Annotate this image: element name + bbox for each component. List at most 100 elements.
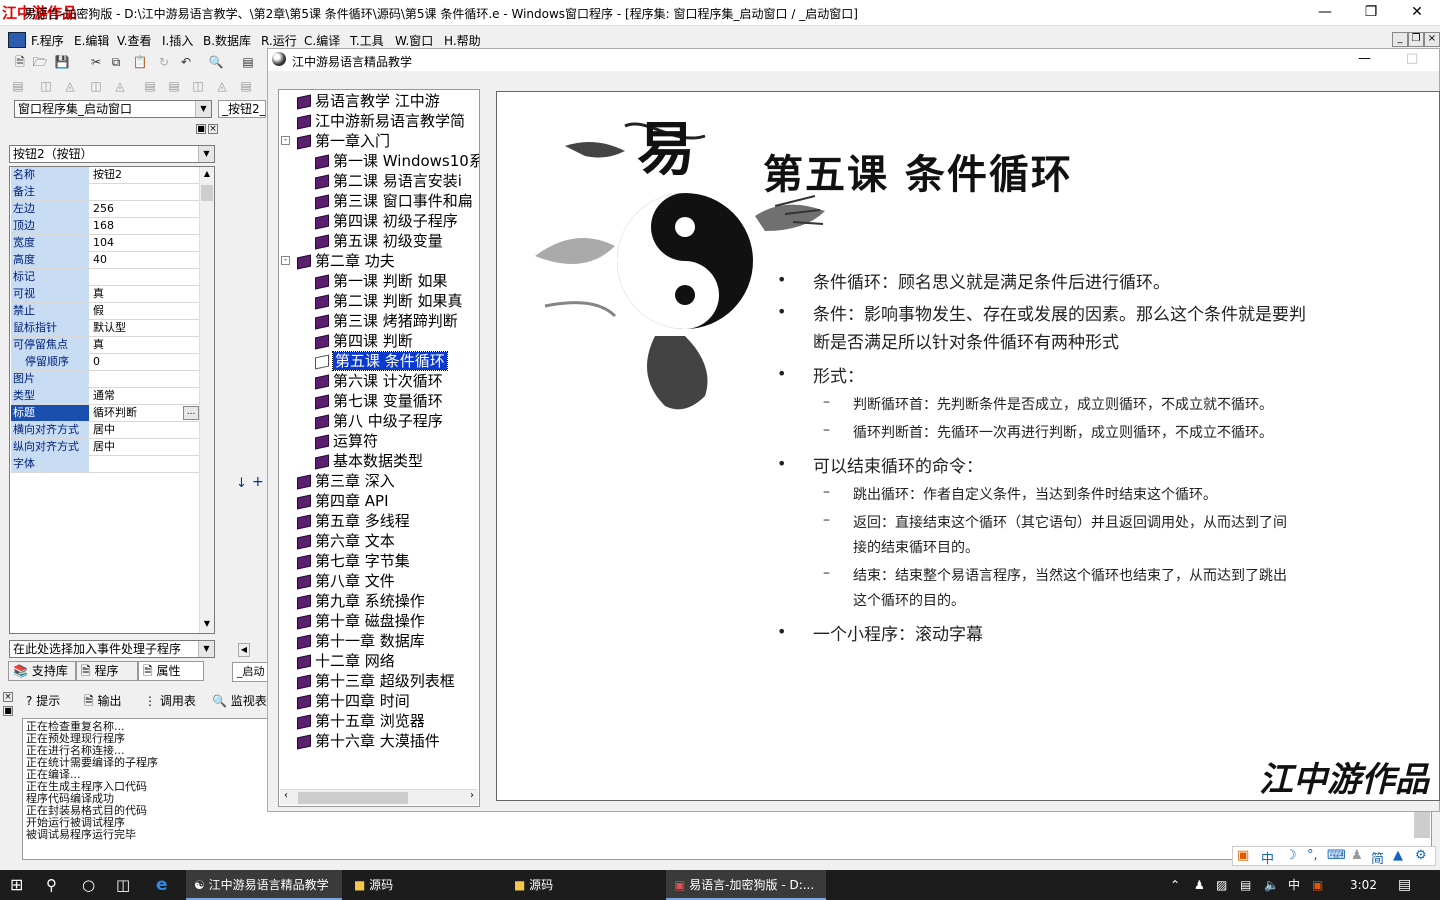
tree-item[interactable]: 第十五章 浏览器 <box>297 711 425 731</box>
tray-ime[interactable]: 中 <box>1288 870 1300 900</box>
tree-item[interactable]: 第四课 初级子程序 <box>315 211 458 231</box>
tab-output[interactable]: 🗎 输出 <box>80 692 136 712</box>
tree-item[interactable]: 第八 中级子程序 <box>315 411 443 431</box>
save-icon[interactable]: 💾 <box>54 54 70 70</box>
maximize-button[interactable]: ❐ <box>1348 0 1394 26</box>
undo-icon[interactable]: ↶ <box>178 54 194 70</box>
property-value[interactable] <box>91 184 199 200</box>
user-icon[interactable]: ♟ <box>1351 848 1363 866</box>
cortana-icon[interactable]: ○ <box>82 870 95 900</box>
align-icon[interactable]: ▤ <box>10 78 26 94</box>
taskbar-item-folder-1[interactable]: ■ 源码 <box>346 870 502 900</box>
person-icon[interactable]: ♟ <box>1194 870 1205 900</box>
menu-compile[interactable]: C.编译 <box>304 32 340 49</box>
ellipsis-button[interactable]: ... <box>183 406 199 420</box>
property-value[interactable]: 居中 <box>91 422 199 438</box>
tab-hint[interactable]: ? 提示 <box>22 692 78 712</box>
close-output-icon[interactable]: × <box>3 692 13 702</box>
notification-icon[interactable]: ▤ <box>1398 870 1411 900</box>
tree-item[interactable]: 第九章 系统操作 <box>297 591 425 611</box>
tree-item[interactable]: 第五课 初级变量 <box>315 231 443 251</box>
search-icon[interactable]: ⚲ <box>46 870 57 900</box>
tree-item[interactable]: 第三课 烤猪蹄判断 <box>315 311 458 331</box>
property-row[interactable]: 可停留焦点真 <box>11 337 199 354</box>
tree-item[interactable]: 第五课 条件循环 <box>315 351 448 371</box>
task-view-icon[interactable]: ◫ <box>116 870 130 900</box>
property-value[interactable]: 居中 <box>91 439 199 455</box>
edge-icon[interactable]: e <box>156 870 168 900</box>
redo-icon[interactable]: ↻ <box>156 54 172 70</box>
close-panel-icon[interactable]: × <box>208 124 218 134</box>
tree-item[interactable]: 第八章 文件 <box>297 571 395 591</box>
clock[interactable]: 3:02 <box>1350 870 1377 900</box>
property-row[interactable]: 纵向对齐方式 居中 <box>11 439 199 456</box>
property-value[interactable]: 通常 <box>91 388 199 404</box>
tree-item[interactable]: 第一课 判断 如果 <box>315 271 448 291</box>
sogou-icon[interactable]: ▣ <box>1312 870 1323 900</box>
property-row[interactable]: 鼠标指针 默认型 <box>11 320 199 337</box>
property-value[interactable]: 假 <box>91 303 199 319</box>
scroll-left-icon[interactable]: ‹ <box>284 790 288 801</box>
mdi-minimize-icon[interactable]: _ <box>1392 32 1408 47</box>
app-menu-icon[interactable] <box>8 32 26 48</box>
open-folder-icon[interactable]: 🗁 <box>32 54 48 70</box>
collapse-icon[interactable]: - <box>281 256 290 265</box>
align-bottom-icon[interactable]: ◬ <box>112 78 128 94</box>
layout-icon[interactable]: ▤ <box>240 54 256 70</box>
tree-item[interactable]: 第一课 Windows10系 <box>315 151 479 171</box>
tree-item[interactable]: 第七课 变量循环 <box>315 391 443 411</box>
scroll-right-icon[interactable]: › <box>470 790 474 801</box>
inner-maximize-button[interactable]: □ <box>1406 51 1418 66</box>
property-value[interactable]: 真 <box>91 337 199 353</box>
mdi-restore-icon[interactable]: ❐ <box>1408 32 1424 47</box>
settings-icon[interactable]: ⚙ <box>1415 848 1427 866</box>
property-value[interactable]: 256 <box>91 201 199 217</box>
property-row[interactable]: 名称 按钮2 <box>11 167 199 184</box>
property-value[interactable]: 真 <box>91 286 199 302</box>
tab-watch[interactable]: 🔍 监视表 <box>208 692 270 712</box>
property-value[interactable]: 168 <box>91 218 199 234</box>
property-row[interactable]: 备注 <box>11 184 199 201</box>
scroll-thumb[interactable] <box>201 185 213 201</box>
keyboard-icon[interactable]: ⌨ <box>1327 848 1346 866</box>
menu-window[interactable]: W.窗口 <box>395 32 433 49</box>
tree-item[interactable]: 易语言教学 江中游 <box>297 91 440 111</box>
tab-properties[interactable]: 🗎 属性 <box>138 661 204 681</box>
assembly-select[interactable]: 窗口程序集_启动窗口 ▼ <box>14 100 212 118</box>
property-row[interactable]: 类型 通常 <box>11 388 199 405</box>
property-value[interactable] <box>91 269 199 285</box>
tree-item[interactable]: 第二课 判断 如果真 <box>315 291 463 311</box>
property-row[interactable]: 高度 40 <box>11 252 199 269</box>
tree-item[interactable]: 第十章 磁盘操作 <box>297 611 425 631</box>
ime-logo-icon[interactable]: ▣ <box>1237 848 1249 866</box>
network-icon[interactable]: ▤ <box>1240 870 1251 900</box>
tree-item[interactable]: 第十六章 大漠插件 <box>297 731 440 751</box>
tree-scroll-thumb[interactable] <box>298 792 408 804</box>
property-row[interactable]: 标题 循环判断... <box>11 405 199 422</box>
tab-call-stack[interactable]: ⋮ 调用表 <box>140 692 206 712</box>
tree-item[interactable]: 第三课 窗口事件和扁 <box>315 191 473 211</box>
property-row[interactable]: 宽度 104 <box>11 235 199 252</box>
tree-item[interactable]: 第二章 功夫 <box>297 251 395 271</box>
tree-item[interactable]: 第二课 易语言安装i <box>315 171 462 191</box>
tray-expand-icon[interactable]: ⌃ <box>1170 870 1180 900</box>
same-width-icon[interactable]: ◫ <box>190 78 206 94</box>
tree-item[interactable]: 第十三章 超级列表框 <box>297 671 455 691</box>
inner-minimize-button[interactable]: — <box>1358 51 1371 66</box>
taskbar-item-elang[interactable]: ▣ 易语言-加密狗版 - D:... <box>666 870 826 900</box>
tree-item[interactable]: 第十一章 数据库 <box>297 631 425 651</box>
align-top-icon[interactable]: ◫ <box>88 78 104 94</box>
find-icon[interactable]: 🔍 <box>208 54 224 70</box>
property-value[interactable] <box>91 456 199 472</box>
minimize-button[interactable]: — <box>1302 0 1348 26</box>
tree-item[interactable]: 第四课 判断 <box>315 331 413 351</box>
volume-icon[interactable]: 🔈 <box>1264 870 1279 900</box>
property-value[interactable]: 默认型 <box>91 320 199 336</box>
center-v-icon[interactable]: ▤ <box>166 78 182 94</box>
menu-edit[interactable]: E.编辑 <box>74 32 109 49</box>
property-value[interactable]: 按钮2 <box>91 167 199 183</box>
menu-program[interactable]: F.程序 <box>31 32 64 49</box>
property-row[interactable]: 标记 <box>11 269 199 286</box>
tree-item[interactable]: 十二章 网络 <box>297 651 395 671</box>
menu-database[interactable]: B.数据库 <box>203 32 251 49</box>
